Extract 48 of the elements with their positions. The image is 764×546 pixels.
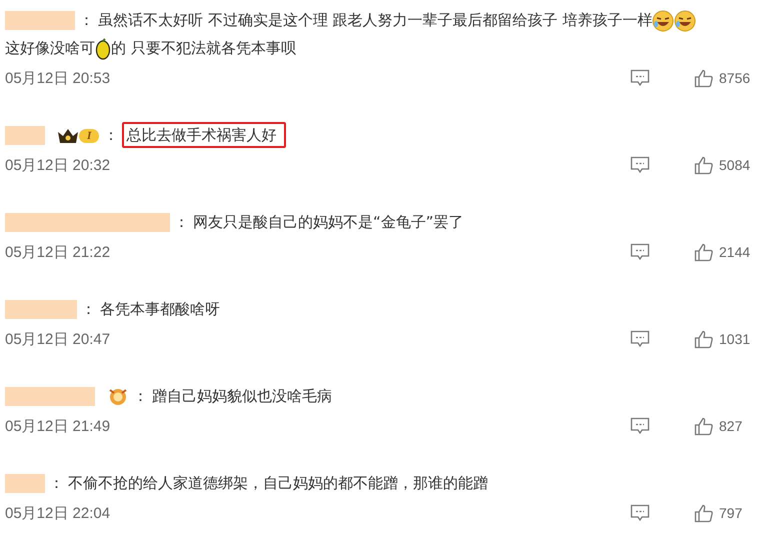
laughing-emoji-icon: [652, 10, 674, 32]
comment-text: 蹭自己妈妈貌似也没啥毛病: [152, 387, 332, 405]
separator-colon: ：: [78, 11, 95, 29]
separator-colon: ：: [132, 387, 149, 405]
like-count: 797: [719, 505, 742, 521]
comment-time: 05月12日 20:32: [5, 156, 110, 174]
comment-text: 总比去做手术祸害人好: [126, 126, 276, 144]
comment-icon[interactable]: [630, 330, 650, 348]
like-count: 5084: [719, 157, 750, 173]
thumbs-up-icon[interactable]: [694, 68, 714, 88]
comment-time: 05月12日 21:49: [5, 416, 110, 436]
like-count: 1031: [719, 331, 750, 347]
comment-time: 05月12日 22:04: [5, 504, 110, 522]
separator-colon: ：: [173, 213, 190, 231]
like-count: 8756: [719, 70, 750, 86]
crown-icon: [57, 128, 79, 144]
comment-text: 这好像没啥可: [5, 39, 95, 57]
lemon-icon: [95, 38, 111, 60]
level-badge: I: [79, 128, 100, 143]
comment-text: 的 只要不犯法就各凭本事呗: [111, 39, 296, 57]
redacted-username: [5, 11, 75, 30]
separator-colon: ：: [48, 474, 65, 492]
comment-icon[interactable]: [630, 417, 650, 435]
like-count: 827: [719, 418, 742, 434]
redacted-username: [5, 300, 77, 320]
thumbs-up-icon[interactable]: [694, 242, 714, 262]
comment-icon[interactable]: [630, 156, 650, 174]
thumbs-up-icon[interactable]: [694, 416, 714, 436]
comment-time: 05月12日 20:53: [5, 68, 110, 88]
comment-text: 不偷不抢的给人家道德绑架，自己妈妈的都不能蹭，那谁的能蹭: [68, 474, 488, 492]
separator-colon: ：: [102, 126, 120, 144]
comment-time: 05月12日 20:47: [5, 330, 110, 348]
redacted-username: [5, 474, 45, 494]
medal-icon: [107, 386, 129, 407]
thumbs-up-icon[interactable]: [694, 504, 714, 522]
comment-time: 05月12日 21:22: [5, 242, 110, 262]
comment-icon[interactable]: [630, 243, 650, 261]
comment-icon[interactable]: [630, 504, 650, 522]
comment-text: 虽然话不太好听 不过确实是这个理 跟老人努力一辈子最后都留给孩子 培养孩子一样: [98, 11, 652, 29]
comment-icon[interactable]: [630, 69, 650, 87]
separator-colon: ：: [80, 300, 97, 318]
like-count: 2144: [719, 244, 750, 260]
thumbs-up-icon[interactable]: [694, 156, 714, 174]
thumbs-up-icon[interactable]: [694, 330, 714, 348]
laughing-emoji-icon: [674, 10, 696, 32]
redacted-username: [5, 126, 45, 146]
comment-text: 网友只是酸自己的妈妈不是“金龟子”罢了: [193, 213, 464, 231]
comment-text: 各凭本事都酸啥呀: [100, 300, 220, 318]
